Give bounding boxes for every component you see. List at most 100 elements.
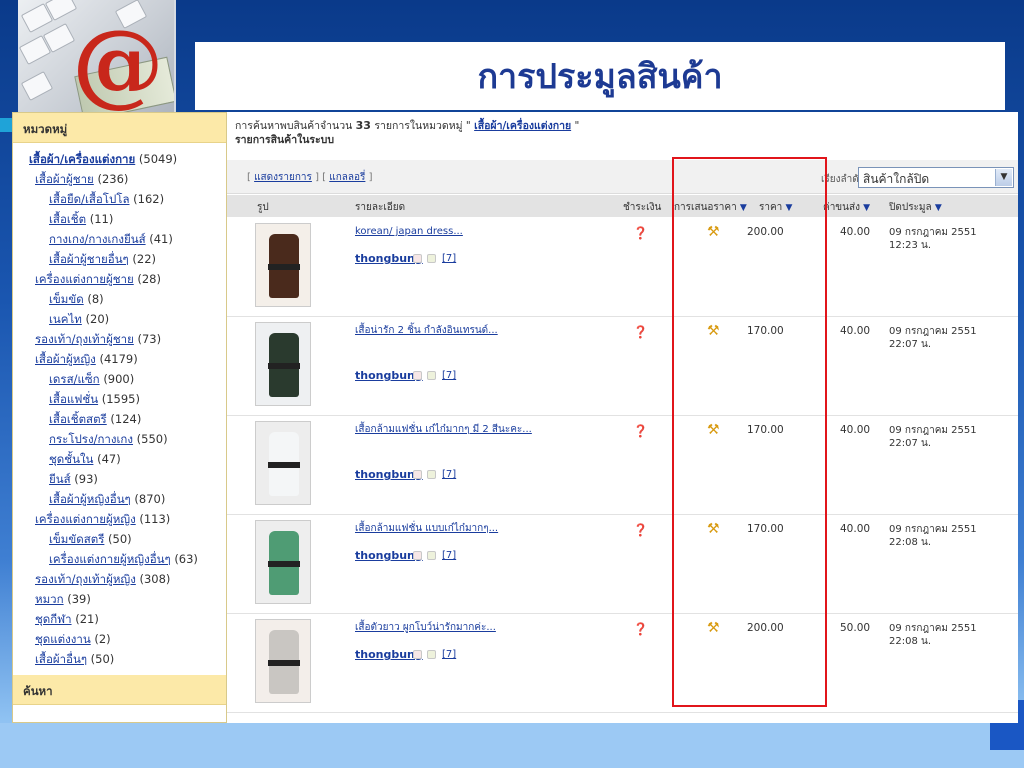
category-list: เสื้อผ้า/เครื่องแต่งกาย (5049) เสื้อผ้าผู… [13,143,226,673]
column-header-shipping[interactable]: ค่าขนส่ง ▼ [823,200,870,215]
sidebar-category[interactable]: ชุดกีฬา (21) [13,609,226,629]
sidebar-category[interactable]: เข็มขัด (8) [13,289,226,309]
category-link[interactable]: เสื้อผ้าผู้หญิงอื่นๆ [49,492,131,506]
sidebar-category[interactable]: เครื่องแต่งกายผู้หญิงอื่นๆ (63) [13,549,226,569]
category-link[interactable]: เสื้อแฟชั่น [49,392,98,406]
category-link[interactable]: เสื้อผ้าผู้ชายอื่นๆ [49,252,129,266]
category-link[interactable]: เครื่องแต่งกายผู้ชาย [35,272,134,286]
item-title-link[interactable]: korean/ japan dress... [355,226,565,238]
summary-middle: รายการในหมวดหมู่ " [374,120,471,132]
sort-arrow-icon[interactable]: ▼ [935,203,942,213]
item-title-link[interactable]: เสื้อกล้ามแฟชั่น แบบเก๋ไก๋มากๆ... [355,523,565,535]
sidebar-category[interactable]: เสื้อเชิ้ต (11) [13,209,226,229]
list-view-link[interactable]: แสดงรายการ [254,172,312,183]
column-header-payment: ชำระเงิน [623,202,662,213]
column-header-closing[interactable]: ปิดประมูล ▼ [889,200,942,215]
sidebar-category[interactable]: เสื้อผ้าผู้หญิงอื่นๆ (870) [13,489,226,509]
feedback-link[interactable]: [7] [442,649,456,660]
product-thumbnail[interactable] [255,223,311,307]
bottom-band [0,723,1024,768]
feedback-link[interactable]: [7] [442,253,456,264]
summary-category-link[interactable]: เสื้อผ้า/เครื่องแต่งกาย [474,120,571,132]
category-count: (50) [90,652,115,666]
sidebar-category[interactable]: เครื่องแต่งกายผู้หญิง (113) [13,509,226,529]
sidebar-category[interactable]: เดรส/แซ็ก (900) [13,369,226,389]
sidebar-category[interactable]: ชุดชั้นใน (47) [13,449,226,469]
verified-badge-icon [427,551,436,560]
category-link[interactable]: เนคไท [49,312,82,326]
category-link[interactable]: รองเท้า/ถุงเท้าผู้ชาย [35,332,134,346]
sidebar-category[interactable]: เสื้อผ้าผู้ชายอื่นๆ (22) [13,249,226,269]
category-link[interactable]: กระโปรง/กางเกง [49,432,133,446]
closing-date: 09 กรกฎาคม 2551 [889,425,977,436]
category-count: (28) [137,272,161,286]
category-link[interactable]: กางเกง/กางเกงยีนส์ [49,232,146,246]
sidebar-category[interactable]: เสื้อแฟชั่น (1595) [13,389,226,409]
product-thumbnail[interactable] [255,520,311,604]
category-link[interactable]: เสื้อผ้าอื่นๆ [35,652,87,666]
product-thumbnail[interactable] [255,619,311,703]
category-link[interactable]: เสื้อผ้าผู้หญิง [35,352,96,366]
sidebar-category[interactable]: เสื้อเชิ้ตสตรี (124) [13,409,226,429]
sidebar-category[interactable]: เสื้อผ้าผู้หญิง (4179) [13,349,226,369]
category-link[interactable]: หมวก [35,592,64,606]
sidebar-category[interactable]: เสื้อยืด/เสื้อโปโล (162) [13,189,226,209]
feedback-link[interactable]: [7] [442,550,456,561]
sort-select[interactable]: สินค้าใกล้ปิด ▼ [858,167,1014,188]
feedback-link[interactable]: [7] [442,370,456,381]
product-thumbnail[interactable] [255,322,311,406]
item-title-link[interactable]: เสื้อกล้ามแฟชั่น เก๋ไก๋มากๆ มี 2 สีนะคะ.… [355,424,565,436]
category-count: (162) [133,192,165,206]
closing-hour: 22:08 น. [889,537,932,548]
category-link[interactable]: เข็มขัดสตรี [49,532,104,546]
verified-badge-icon [427,650,436,659]
sidebar-category[interactable]: ชุดแต่งงาน (2) [13,629,226,649]
feedback-link[interactable]: [7] [442,469,456,480]
category-link[interactable]: ชุดแต่งงาน [35,632,91,646]
sidebar-category[interactable]: เสื้อผ้าผู้ชาย (236) [13,169,226,189]
category-link[interactable]: เดรส/แซ็ก [49,372,100,386]
table-row: korean/ japan dress... thongbung [7] ❓ ⚒ 200.… [227,218,1018,317]
sidebar-category[interactable]: เครื่องแต่งกายผู้ชาย (28) [13,269,226,289]
closing-hour: 22:07 น. [889,339,932,350]
sidebar-category[interactable]: กางเกง/กางเกงยีนส์ (41) [13,229,226,249]
category-count: (4179) [99,352,138,366]
gallery-view-link[interactable]: แกลลอรี่ [329,172,365,183]
category-count: (124) [110,412,142,426]
chevron-down-icon[interactable]: ▼ [995,169,1012,186]
summary-suffix: " [574,120,580,132]
product-thumbnail[interactable] [255,421,311,505]
item-title-link[interactable]: เสื้อตัวยาว ผูกโบว์น่ารักมากค่ะ... [355,622,565,634]
seller-badge-icon [413,470,422,479]
sort-arrow-icon[interactable]: ▼ [863,203,870,213]
category-link[interactable]: เสื้อผ้าผู้ชาย [35,172,94,186]
category-link[interactable]: รองเท้า/ถุงเท้าผู้หญิง [35,572,136,586]
table-header: รูป รายละเอียด ชำระเงิน การเสนอราคา ▼ รา… [227,195,1018,217]
category-count: (2) [94,632,111,646]
listing-panel: การค้นหาพบสินค้าจำนวน 33 รายการในหมวดหมู… [227,112,1018,723]
sidebar-category[interactable]: เสื้อผ้าอื่นๆ (50) [13,649,226,669]
bracket-open: [ [247,172,251,183]
sidebar-category[interactable]: หมวก (39) [13,589,226,609]
item-title-link[interactable]: เสื้อน่ารัก 2 ชิ้น กำลังอินเทรนด์... [355,325,565,337]
bracket-separator: ] [ [315,172,327,183]
sidebar-category[interactable]: รองเท้า/ถุงเท้าผู้หญิง (308) [13,569,226,589]
category-link[interactable]: เข็มขัด [49,292,84,306]
sidebar-category[interactable]: เนคไท (20) [13,309,226,329]
sidebar-category[interactable]: ยีนส์ (93) [13,469,226,489]
sidebar-category[interactable]: กระโปรง/กางเกง (550) [13,429,226,449]
sidebar-category[interactable]: รองเท้า/ถุงเท้าผู้ชาย (73) [13,329,226,349]
verified-badge-icon [427,371,436,380]
payment-icon: ❓ [633,622,648,636]
sidebar-category[interactable]: เข็มขัดสตรี (50) [13,529,226,549]
category-link[interactable]: เครื่องแต่งกายผู้หญิงอื่นๆ [49,552,171,566]
category-link[interactable]: เสื้อยืด/เสื้อโปโล [49,192,130,206]
category-link[interactable]: ชุดชั้นใน [49,452,93,466]
category-link[interactable]: เสื้อผ้า/เครื่องแต่งกาย [29,152,135,166]
sidebar-category[interactable]: เสื้อผ้า/เครื่องแต่งกาย (5049) [13,149,226,169]
category-link[interactable]: ชุดกีฬา [35,612,72,626]
category-link[interactable]: เสื้อเชิ้ต [49,212,86,226]
category-link[interactable]: เสื้อเชิ้ตสตรี [49,412,107,426]
category-link[interactable]: เครื่องแต่งกายผู้หญิง [35,512,136,526]
category-link[interactable]: ยีนส์ [49,472,71,486]
